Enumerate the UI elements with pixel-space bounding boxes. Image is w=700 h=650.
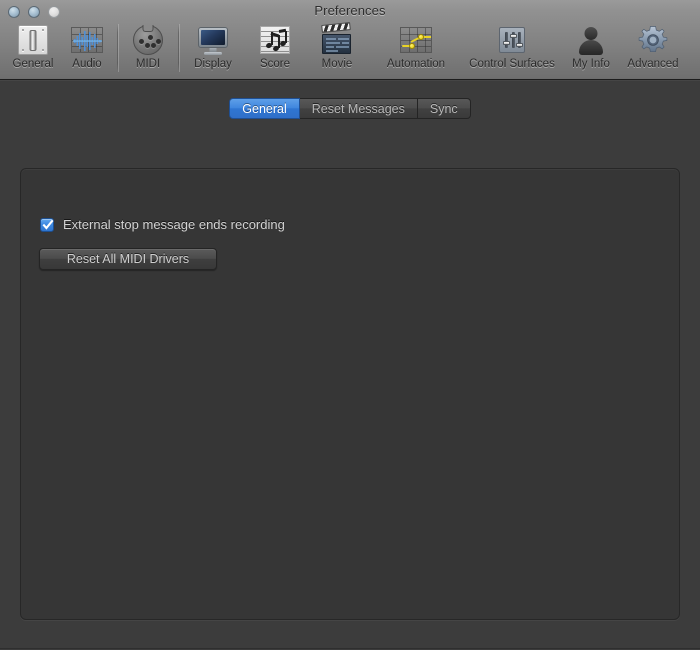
faders-panel-icon bbox=[496, 24, 528, 56]
toolbar-item-general[interactable]: General bbox=[6, 22, 60, 71]
window-title: Preferences bbox=[314, 3, 386, 18]
music-notes-icon bbox=[259, 24, 291, 56]
person-silhouette-icon bbox=[575, 24, 607, 56]
midi-din-connector-icon bbox=[132, 24, 164, 56]
toolbar-label-audio: Audio bbox=[72, 58, 102, 70]
content-area: General Reset Messages Sync External sto… bbox=[0, 80, 700, 649]
automation-curve-icon bbox=[400, 24, 432, 56]
toolbar-label-display: Display bbox=[194, 58, 232, 70]
toolbar-item-automation[interactable]: Automation bbox=[368, 22, 464, 71]
waveform-icon bbox=[71, 24, 103, 56]
tab-sync[interactable]: Sync bbox=[417, 98, 471, 119]
toolbar-label-midi: MIDI bbox=[135, 58, 161, 70]
monitor-icon bbox=[197, 24, 229, 56]
preferences-window: Preferences General Audio MIDI Display S… bbox=[0, 0, 700, 650]
toolbar-label-automation: Automation bbox=[386, 58, 446, 70]
toolbar-label-my-info: My Info bbox=[572, 58, 610, 70]
toolbar-item-my-info[interactable]: My Info bbox=[560, 22, 622, 71]
toolbar-label-general: General bbox=[12, 58, 54, 70]
toolbar-label-advanced: Advanced bbox=[627, 58, 679, 70]
toolbar-label-control-surfaces: Control Surfaces bbox=[469, 58, 555, 70]
tab-bar: General Reset Messages Sync bbox=[0, 98, 700, 119]
toolbar-item-advanced[interactable]: Advanced bbox=[622, 22, 684, 71]
gear-icon bbox=[637, 24, 669, 56]
external-stop-message-label: External stop message ends recording bbox=[63, 217, 285, 232]
external-stop-message-checkbox[interactable] bbox=[40, 217, 54, 232]
window-bottom-edge bbox=[0, 648, 700, 649]
clapperboard-icon bbox=[321, 22, 353, 56]
tab-general[interactable]: General bbox=[229, 98, 300, 119]
tab-reset-messages[interactable]: Reset Messages bbox=[299, 98, 418, 119]
toolbar-label-movie: Movie bbox=[321, 58, 353, 70]
toolbar-item-control-surfaces[interactable]: Control Surfaces bbox=[464, 22, 560, 71]
checkmark-icon bbox=[42, 219, 54, 230]
reset-all-midi-drivers-button[interactable]: Reset All MIDI Drivers bbox=[39, 248, 217, 270]
settings-panel bbox=[20, 168, 680, 620]
fader-plate-icon bbox=[17, 24, 49, 56]
toolbar-item-midi[interactable]: MIDI bbox=[121, 22, 175, 71]
toolbar-item-audio[interactable]: Audio bbox=[60, 22, 114, 71]
toolbar-item-score[interactable]: Score bbox=[244, 22, 306, 71]
toolbar-label-score: Score bbox=[259, 58, 291, 70]
toolbar-item-movie[interactable]: Movie bbox=[306, 22, 368, 71]
toolbar-separator bbox=[117, 24, 118, 72]
toolbar-item-display[interactable]: Display bbox=[182, 22, 244, 71]
external-stop-message-checkbox-row[interactable]: External stop message ends recording bbox=[40, 217, 285, 232]
toolbar-separator bbox=[178, 24, 179, 72]
preferences-toolbar: General Audio MIDI Display Score Movie A… bbox=[0, 22, 700, 79]
titlebar-toolbar: Preferences General Audio MIDI Display S… bbox=[0, 0, 700, 80]
